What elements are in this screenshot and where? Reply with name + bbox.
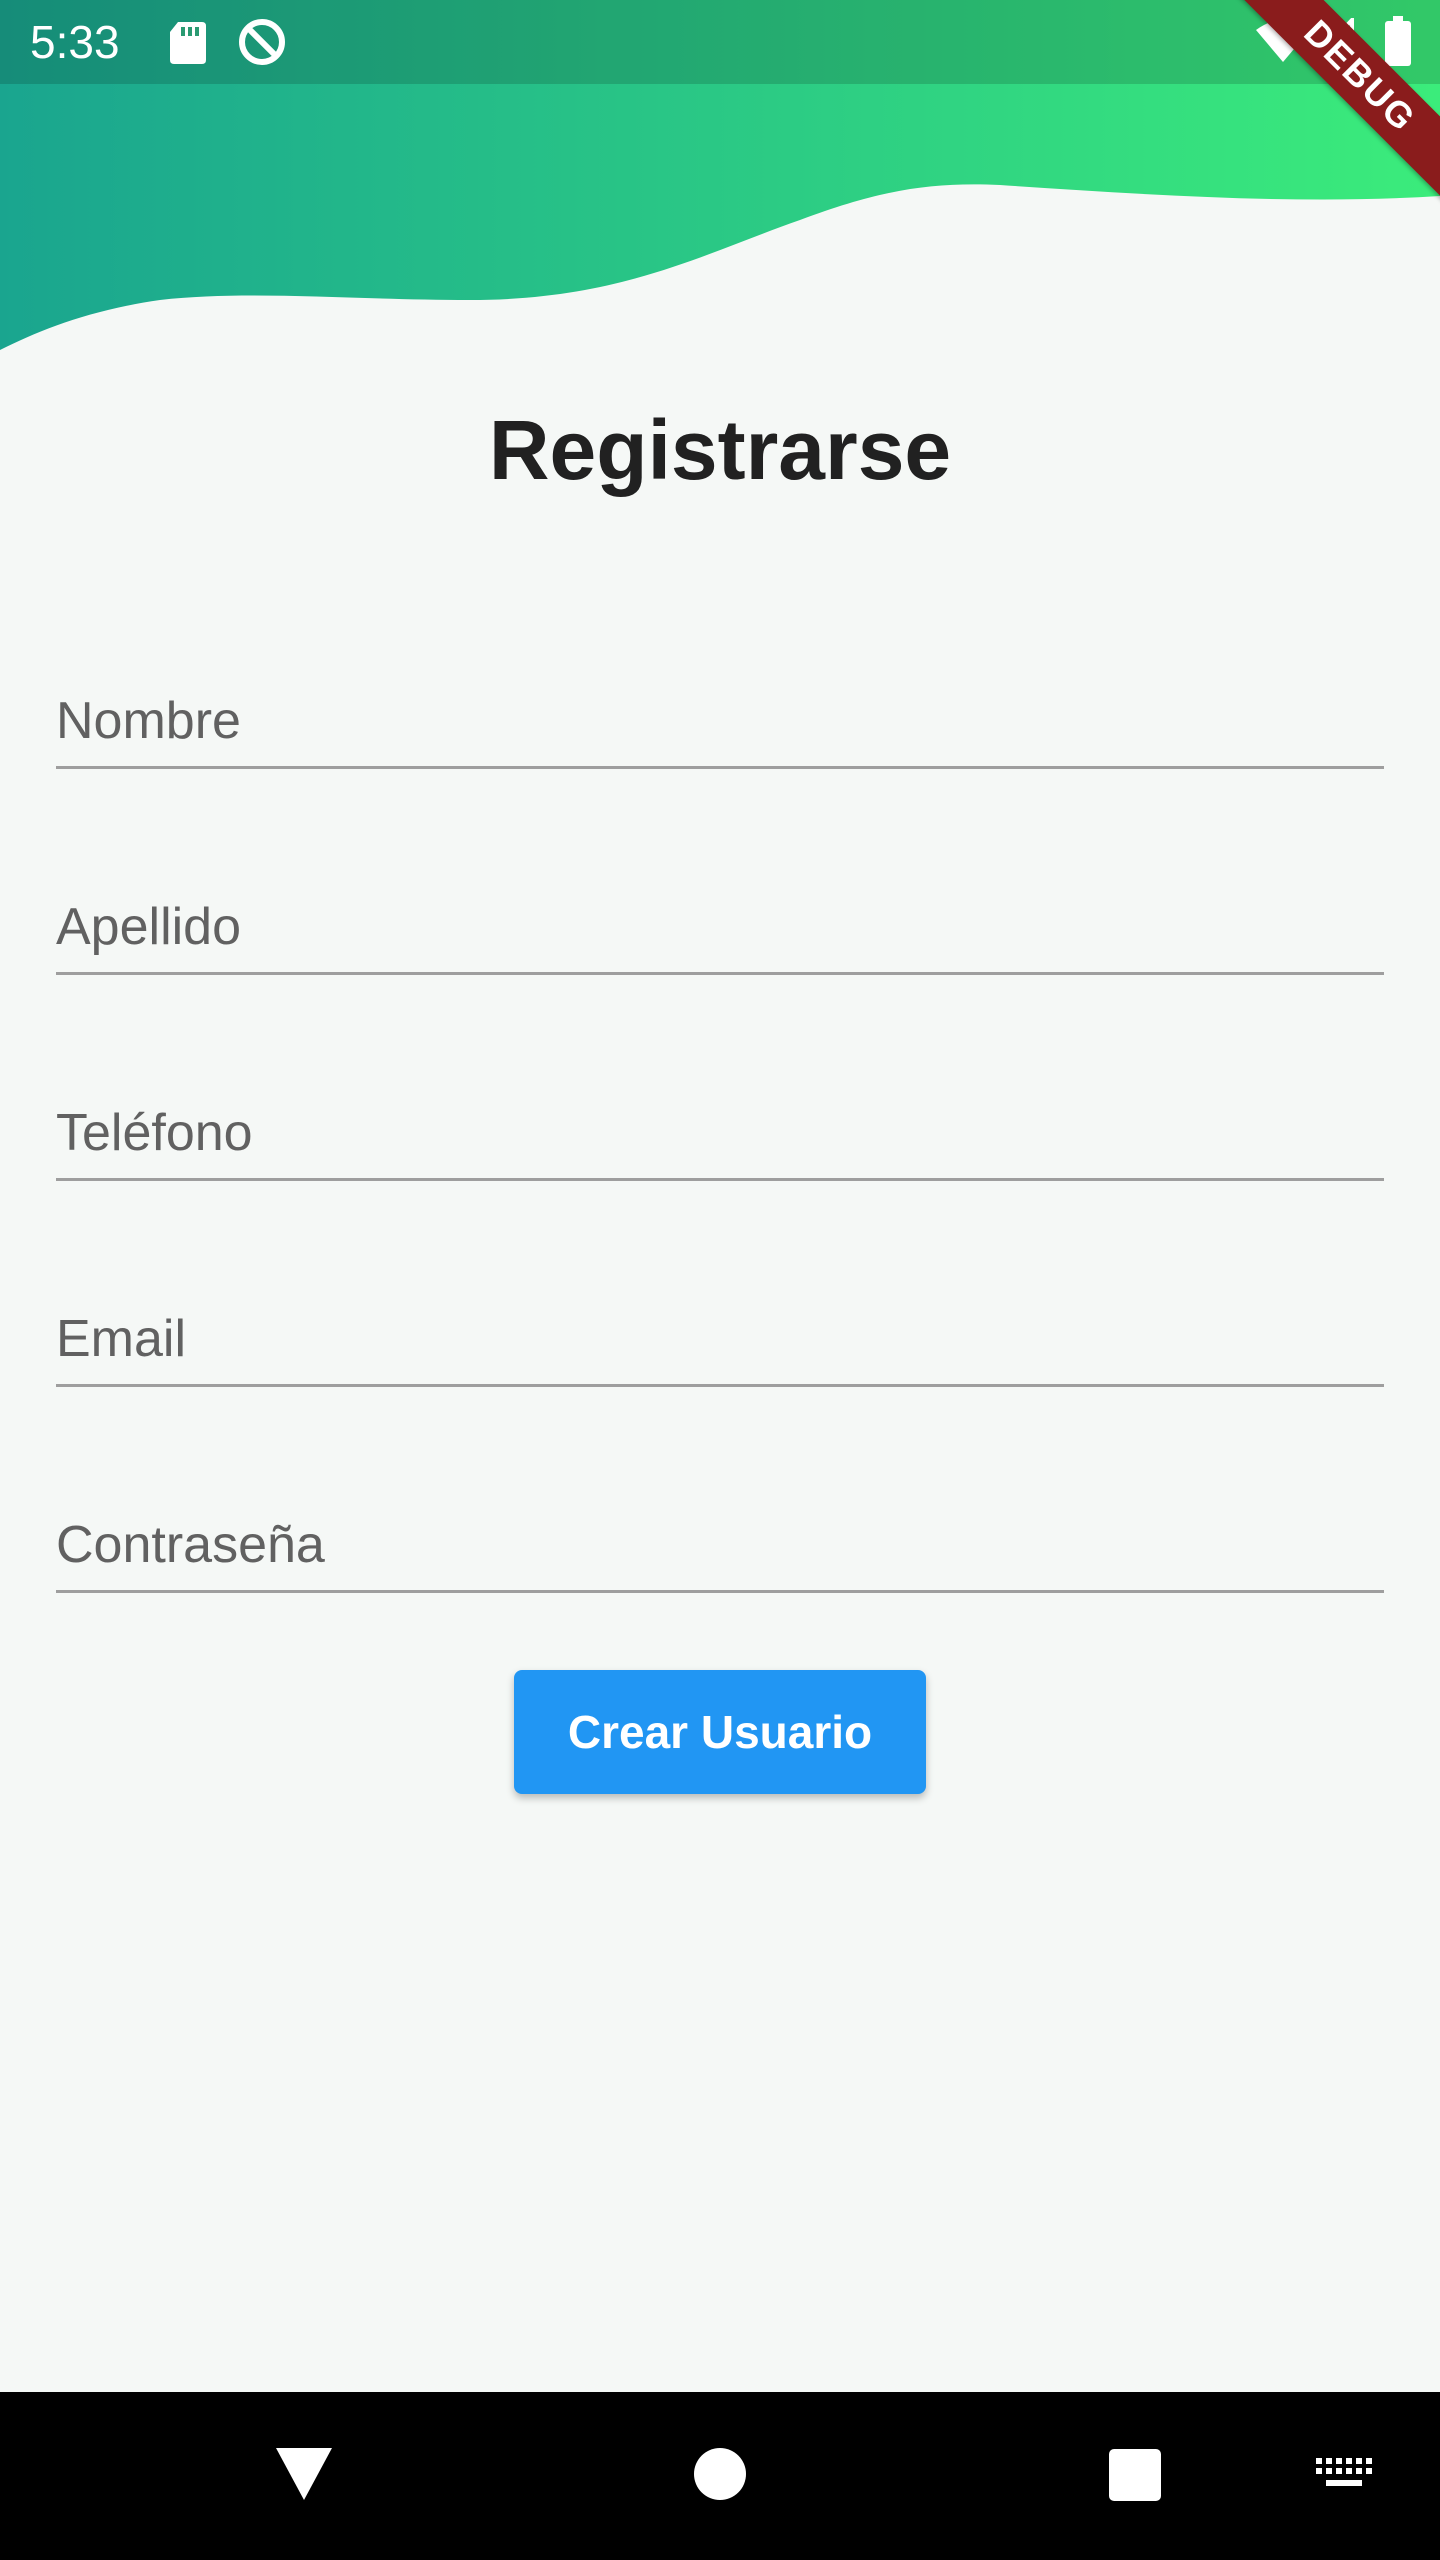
password-input[interactable] [56, 1470, 1384, 1590]
status-bar: 5:33 [0, 0, 1440, 84]
keyboard-icon[interactable] [1314, 2456, 1372, 2494]
telefono-field[interactable] [56, 1058, 1384, 1181]
nombre-input[interactable] [56, 646, 1384, 766]
apellido-input[interactable] [56, 852, 1384, 972]
home-icon[interactable] [692, 2446, 748, 2502]
status-time: 5:33 [30, 16, 120, 68]
recents-icon[interactable] [1108, 2448, 1162, 2502]
apellido-field[interactable] [56, 852, 1384, 975]
battery-icon [1385, 16, 1411, 66]
sd-card-icon [170, 22, 206, 64]
navigation-bar [0, 2392, 1440, 2560]
back-icon[interactable] [272, 2444, 336, 2504]
email-field[interactable] [56, 1264, 1384, 1387]
create-user-button[interactable]: Crear Usuario [514, 1670, 926, 1794]
password-field[interactable] [56, 1470, 1384, 1593]
nombre-field[interactable] [56, 646, 1384, 769]
data-saver-icon [239, 19, 285, 65]
page-title: Registrarse [488, 403, 952, 497]
email-input[interactable] [56, 1264, 1384, 1384]
telefono-input[interactable] [56, 1058, 1384, 1178]
